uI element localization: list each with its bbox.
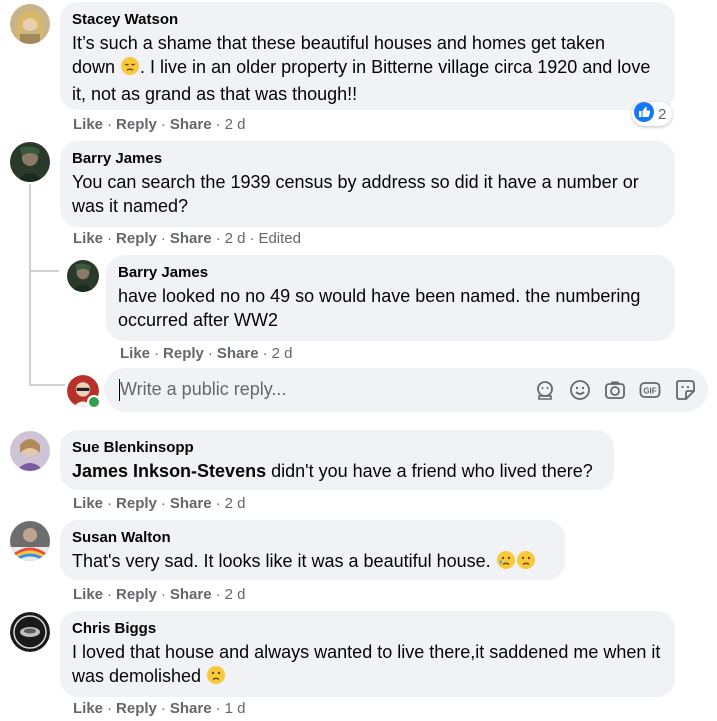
share-link[interactable]: Share [170,700,212,717]
like-reaction-icon [634,102,654,126]
current-user-avatar[interactable] [67,375,101,409]
timestamp[interactable]: 2 d [225,116,246,133]
comment-actions: Like · Reply · Share · 2 d [73,116,246,133]
share-link[interactable]: Share [170,495,212,512]
reply-bubble: Barry James have looked no no 49 so woul… [106,255,675,341]
comment-bubble: Stacey Watson It’s such a shame that the… [60,2,675,110]
crying-emoji-icon [496,550,516,576]
comment-bubble: Barry James You can search the 1939 cens… [60,141,675,227]
reply-link[interactable]: Reply [116,116,157,133]
pensive-emoji-icon [120,56,140,82]
comment-author[interactable]: Barry James [118,263,663,282]
comment-text: That's very sad. It looks like it was a … [72,549,553,576]
timestamp[interactable]: 2 d [225,230,246,247]
timestamp[interactable]: 1 d [225,700,246,717]
online-status-icon [87,395,101,409]
avatar-stacey-watson[interactable] [10,4,50,44]
comment-actions: Like · Reply · Share · 2 d [73,586,246,603]
like-link[interactable]: Like [73,700,103,717]
avatar-susan-walton[interactable] [10,521,50,561]
comment-author[interactable]: Sue Blenkinsopp [72,438,602,457]
share-link[interactable]: Share [170,116,212,133]
comment-actions: Like · Reply · Share · 2 d [120,345,293,362]
comment-text: James Inkson-Stevens didn't you have a f… [72,461,593,481]
comment-bubble: Chris Biggs I loved that house and alway… [60,611,675,697]
timestamp[interactable]: 2 d [225,586,246,603]
like-link[interactable]: Like [120,345,150,362]
reply-link[interactable]: Reply [163,345,204,362]
thread-line-vertical [29,184,31,386]
thread-line-branch [29,384,65,386]
comment-actions: Like · Reply · Share · 1 d [73,700,246,717]
comment-actions: Like · Reply · Share · 2 d · Edited [73,230,301,247]
like-link[interactable]: Like [73,116,103,133]
reply-link[interactable]: Reply [116,230,157,247]
mention-link[interactable]: James Inkson-Stevens [72,461,266,481]
reply-link[interactable]: Reply [116,495,157,512]
avatar-sticker-icon[interactable] [534,379,556,401]
svg-text:GIF: GIF [643,387,656,396]
sticker-icon[interactable] [674,379,696,401]
avatar-barry-james[interactable] [10,142,50,182]
reaction-summary[interactable]: 2 [632,102,673,126]
reply-input[interactable]: Write a public reply... GIF [104,368,708,412]
comment-bubble: Sue Blenkinsopp James Inkson-Stevens did… [60,430,614,490]
share-link[interactable]: Share [217,345,259,362]
like-link[interactable]: Like [73,495,103,512]
sad-emoji-icon [516,550,536,576]
gif-icon[interactable]: GIF [639,379,661,401]
timestamp[interactable]: 2 d [225,495,246,512]
comment-text: It’s such a shame that these beautiful h… [72,33,651,104]
comment-author[interactable]: Barry James [72,149,663,168]
comment-actions: Like · Reply · Share · 2 d [73,495,246,512]
avatar-sue-blenkinsopp[interactable] [10,431,50,471]
edited-label[interactable]: Edited [258,230,301,247]
like-link[interactable]: Like [73,586,103,603]
camera-icon[interactable] [604,379,626,401]
like-link[interactable]: Like [73,230,103,247]
reply-placeholder: Write a public reply... [120,379,287,399]
comment-text: I loved that house and always wanted to … [72,640,663,691]
comment-author[interactable]: Chris Biggs [72,619,663,638]
reply-connector [29,270,59,272]
comment-author[interactable]: Susan Walton [72,528,553,547]
share-link[interactable]: Share [170,230,212,247]
reply-link[interactable]: Reply [116,586,157,603]
comment-text: You can search the 1939 census by addres… [72,172,639,216]
emoji-icon[interactable] [569,379,591,401]
reaction-count: 2 [658,105,667,123]
comment-bubble: Susan Walton That's very sad. It looks l… [60,520,565,580]
comment-text: have looked no no 49 so would have been … [118,286,641,330]
avatar-barry-james-reply[interactable] [67,260,99,292]
reply-link[interactable]: Reply [116,700,157,717]
timestamp[interactable]: 2 d [272,345,293,362]
sad-emoji-icon [206,665,226,691]
comment-author[interactable]: Stacey Watson [72,10,663,29]
share-link[interactable]: Share [170,586,212,603]
avatar-chris-biggs[interactable] [10,612,50,652]
